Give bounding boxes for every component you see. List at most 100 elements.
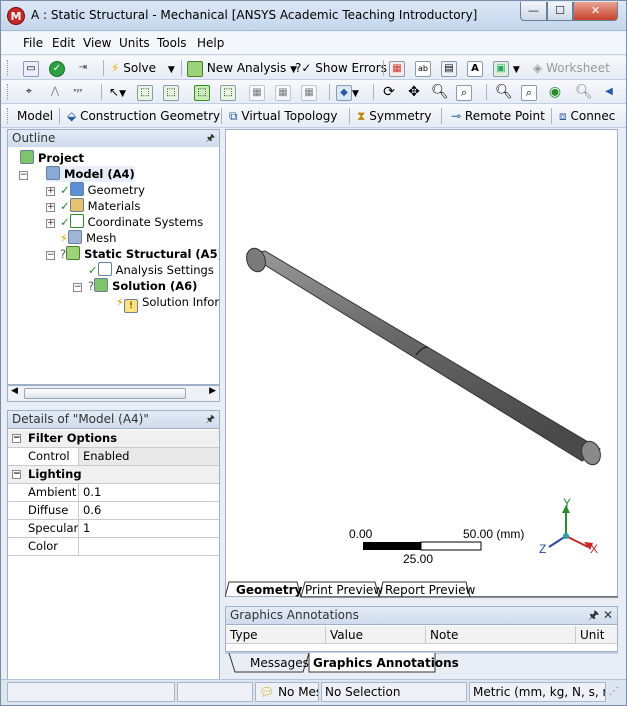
column-type[interactable]: Type bbox=[226, 626, 326, 644]
details-row-specular[interactable]: Specular 1 bbox=[8, 520, 219, 538]
tree-node-model[interactable]: Model (A4) bbox=[46, 166, 135, 182]
collapse-toggle[interactable]: − bbox=[12, 434, 21, 443]
text-annotation-icon[interactable]: A bbox=[467, 59, 483, 77]
column-note[interactable]: Note bbox=[426, 626, 576, 644]
details-row-control[interactable]: Control Enabled bbox=[8, 448, 219, 466]
tree-node-coordinate-systems[interactable]: ✓ Coordinate Systems bbox=[60, 214, 203, 230]
menu-help[interactable]: Help bbox=[197, 36, 224, 50]
select-vertex-icon[interactable]: ⬚ bbox=[137, 83, 153, 101]
collapse-toggle[interactable]: − bbox=[73, 283, 82, 292]
overflow-icon[interactable]: ◀ bbox=[601, 83, 617, 101]
select-element-face-icon[interactable]: ▦ bbox=[249, 83, 265, 101]
collapse-toggle[interactable]: − bbox=[46, 251, 55, 260]
tree-node-static-structural[interactable]: ? Static Structural (A5) bbox=[60, 246, 219, 262]
details-row-diffuse[interactable]: Diffuse 0.6 bbox=[8, 502, 219, 520]
close-icon[interactable]: ✕ bbox=[603, 608, 613, 622]
image-capture-icon[interactable]: ▤ bbox=[441, 59, 457, 77]
magnifier-icon[interactable]: 🔍︎ bbox=[575, 83, 593, 101]
zoom-box-icon[interactable]: ⌕ bbox=[521, 83, 537, 101]
pin-icon[interactable]: 🖈 bbox=[206, 411, 215, 428]
scroll-right-arrow-icon[interactable]: ▶ bbox=[209, 386, 216, 396]
show-errors-button[interactable]: ?✓ Show Errors bbox=[295, 59, 387, 77]
toolbar-grip[interactable] bbox=[7, 60, 10, 76]
tab-report-preview[interactable]: Report Preview bbox=[385, 583, 475, 597]
new-analysis-button[interactable]: New Analysis ▼ bbox=[187, 59, 297, 77]
resize-grip-icon[interactable]: ⋰ bbox=[609, 686, 619, 697]
status-units[interactable]: Metric (mm, kg, N, s, mV bbox=[469, 682, 606, 702]
close-button[interactable]: ✕ bbox=[573, 2, 618, 21]
expand-toggle[interactable]: + bbox=[46, 203, 55, 212]
graphics-viewport[interactable]: 0.00 50.00 (mm) 25.00 Y X Z bbox=[225, 129, 618, 597]
extend-selection-icon[interactable]: ◆ ▼ bbox=[336, 83, 359, 101]
dropdown-arrow-icon[interactable]: ▼ bbox=[168, 65, 175, 75]
maximize-button[interactable]: ☐ bbox=[547, 2, 573, 21]
menu-tools[interactable]: Tools bbox=[157, 36, 187, 50]
tree-node-geometry[interactable]: ✓ Geometry bbox=[60, 182, 145, 198]
column-unit[interactable]: Unit bbox=[576, 626, 617, 644]
toolbar-grip[interactable] bbox=[7, 108, 10, 124]
tree-node-mesh[interactable]: ⚡ Mesh bbox=[60, 230, 116, 246]
pan-icon[interactable]: ✥ bbox=[406, 83, 422, 101]
row-value[interactable]: 0.6 bbox=[78, 502, 219, 519]
row-value[interactable]: 1 bbox=[78, 520, 219, 537]
command-window-icon[interactable]: ▭ bbox=[23, 59, 39, 77]
connections-button[interactable]: ⧈ Connec bbox=[559, 107, 615, 125]
tree-node-project[interactable]: Project bbox=[20, 150, 84, 166]
tab-messages[interactable]: Messages bbox=[250, 656, 309, 670]
zoom-icon[interactable]: 🔍︎ bbox=[431, 83, 449, 101]
details-group-filter-options[interactable]: − Filter Options bbox=[8, 430, 219, 448]
toolbar-grip[interactable] bbox=[7, 84, 10, 100]
send-to-icon[interactable]: ⇥ bbox=[75, 59, 91, 77]
construction-geometry-button[interactable]: ⬙ Construction Geometry bbox=[67, 107, 220, 125]
details-row-ambient[interactable]: Ambient 0.1 bbox=[8, 484, 219, 502]
rotate-icon[interactable]: ⟳ bbox=[381, 83, 397, 101]
collapse-toggle[interactable]: − bbox=[19, 171, 28, 180]
symmetry-button[interactable]: ⧗ Symmetry bbox=[357, 107, 432, 125]
tab-graphics-annotations[interactable]: Graphics Annotations bbox=[313, 656, 459, 670]
outline-horizontal-scrollbar[interactable]: ◀ ▶ bbox=[7, 385, 220, 402]
image-dropdown-icon[interactable]: ▣ ▼ bbox=[493, 59, 520, 77]
tree-node-materials[interactable]: ✓ Materials bbox=[60, 198, 140, 214]
tree-node-solution-information[interactable]: ⚡!Solution Inform bbox=[116, 294, 219, 313]
xyz-icon[interactable]: ˣʸᶻ bbox=[73, 83, 82, 101]
spelling-icon[interactable]: ab bbox=[415, 59, 431, 77]
details-group-lighting[interactable]: − Lighting bbox=[8, 466, 219, 484]
column-value[interactable]: Value bbox=[326, 626, 426, 644]
box-zoom-icon[interactable]: ⌕ bbox=[456, 83, 472, 101]
status-messages[interactable]: 💬︎ No Mes bbox=[255, 682, 319, 702]
select-element-icon[interactable]: ▦ bbox=[275, 83, 291, 101]
virtual-topology-button[interactable]: ⧉ Virtual Topology bbox=[229, 107, 337, 125]
pin-icon[interactable]: 🖈 bbox=[588, 608, 599, 622]
menu-view[interactable]: View bbox=[83, 36, 111, 50]
worksheet-button[interactable]: ◈ Worksheet bbox=[533, 59, 610, 77]
menu-edit[interactable]: Edit bbox=[52, 36, 75, 50]
zoom-to-fit-green-icon[interactable]: ◉ bbox=[547, 83, 563, 101]
scrollbar-thumb[interactable] bbox=[24, 388, 186, 399]
tab-print-preview[interactable]: Print Preview bbox=[305, 583, 383, 597]
pin-icon[interactable]: 🖈 bbox=[206, 130, 215, 147]
pick-point-icon[interactable]: ⌖ bbox=[21, 83, 37, 101]
new-section-plane-icon[interactable]: ▦ bbox=[389, 59, 405, 77]
solve-button[interactable]: ⚡ Solve ▼ bbox=[111, 59, 175, 77]
menu-units[interactable]: Units bbox=[119, 36, 150, 50]
scroll-left-arrow-icon[interactable]: ◀ bbox=[11, 386, 18, 396]
menu-file[interactable]: File bbox=[23, 36, 43, 50]
select-body-icon[interactable]: ⬚ bbox=[220, 83, 236, 101]
select-node-icon[interactable]: ▦ bbox=[301, 83, 317, 101]
tree-node-analysis-settings[interactable]: ✓ Analysis Settings bbox=[88, 262, 214, 278]
select-edge-icon[interactable]: ⬚ bbox=[163, 83, 179, 101]
zoom-fit-icon[interactable]: 🔍︎ bbox=[495, 83, 513, 101]
remote-point-button[interactable]: ⊸ Remote Point bbox=[451, 107, 545, 125]
row-value[interactable] bbox=[78, 538, 219, 555]
expand-toggle[interactable]: + bbox=[46, 219, 55, 228]
details-row-color[interactable]: Color bbox=[8, 538, 219, 556]
select-face-icon[interactable]: ⬚ bbox=[194, 83, 210, 101]
row-value[interactable]: Enabled bbox=[78, 448, 219, 465]
axis-pick-icon[interactable]: ⋀ bbox=[47, 83, 63, 101]
tree-node-solution[interactable]: ? Solution (A6) bbox=[88, 278, 197, 294]
select-mode-icon[interactable]: ↖▼ bbox=[109, 83, 126, 101]
check-icon[interactable]: ✓ bbox=[49, 59, 65, 77]
ansys-app-icon[interactable]: M bbox=[7, 7, 25, 25]
collapse-toggle[interactable]: − bbox=[12, 470, 21, 479]
expand-toggle[interactable]: + bbox=[46, 187, 55, 196]
